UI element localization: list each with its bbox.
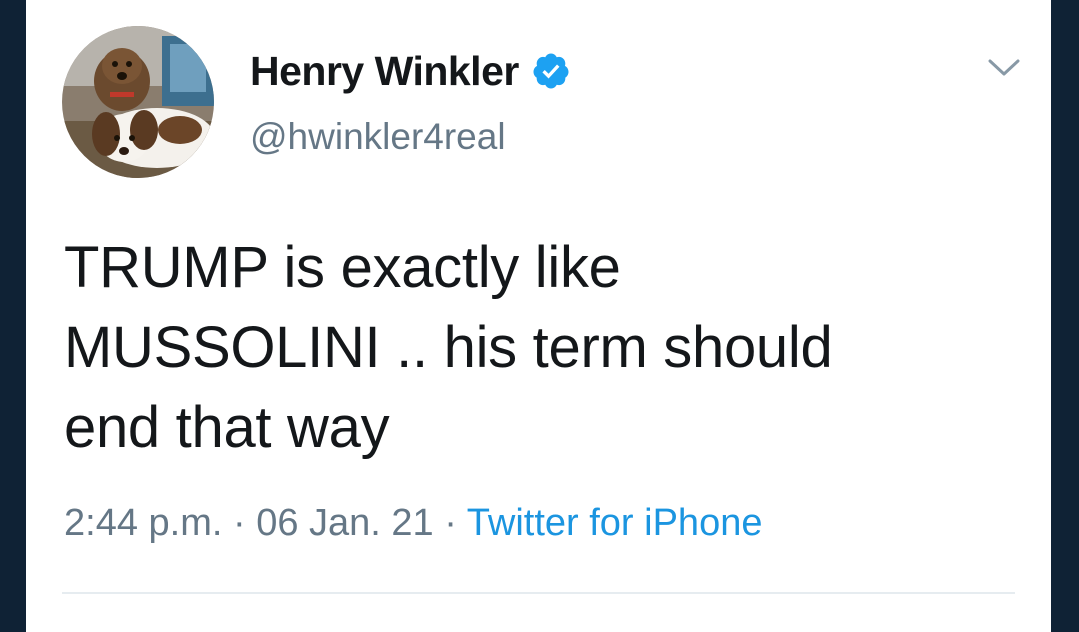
avatar[interactable] [62, 26, 214, 178]
avatar-image [62, 26, 214, 178]
author-name-row[interactable]: Henry Winkler [250, 44, 571, 98]
tweet-date[interactable]: 06 Jan. 21 [256, 502, 433, 544]
meta-separator: · [232, 502, 246, 544]
meta-separator: · [444, 502, 457, 544]
tweet-card: Henry Winkler @hwinkler4real TRUMP is ex… [26, 0, 1051, 632]
divider [62, 592, 1015, 594]
chevron-down-icon[interactable] [986, 52, 1022, 82]
tweet-timestamp[interactable]: 2:44 p.m. [64, 502, 222, 544]
verified-badge-icon [531, 51, 571, 91]
tweet-source-link[interactable]: Twitter for iPhone [467, 502, 763, 544]
author-display-name[interactable]: Henry Winkler [250, 48, 519, 95]
author-handle[interactable]: @hwinkler4real [250, 116, 506, 158]
tweet-metadata: 2:44 p.m. · 06 Jan. 21 · Twitter for iPh… [64, 502, 762, 545]
tweet-text: TRUMP is exactly like MUSSOLINI .. his t… [64, 235, 833, 460]
